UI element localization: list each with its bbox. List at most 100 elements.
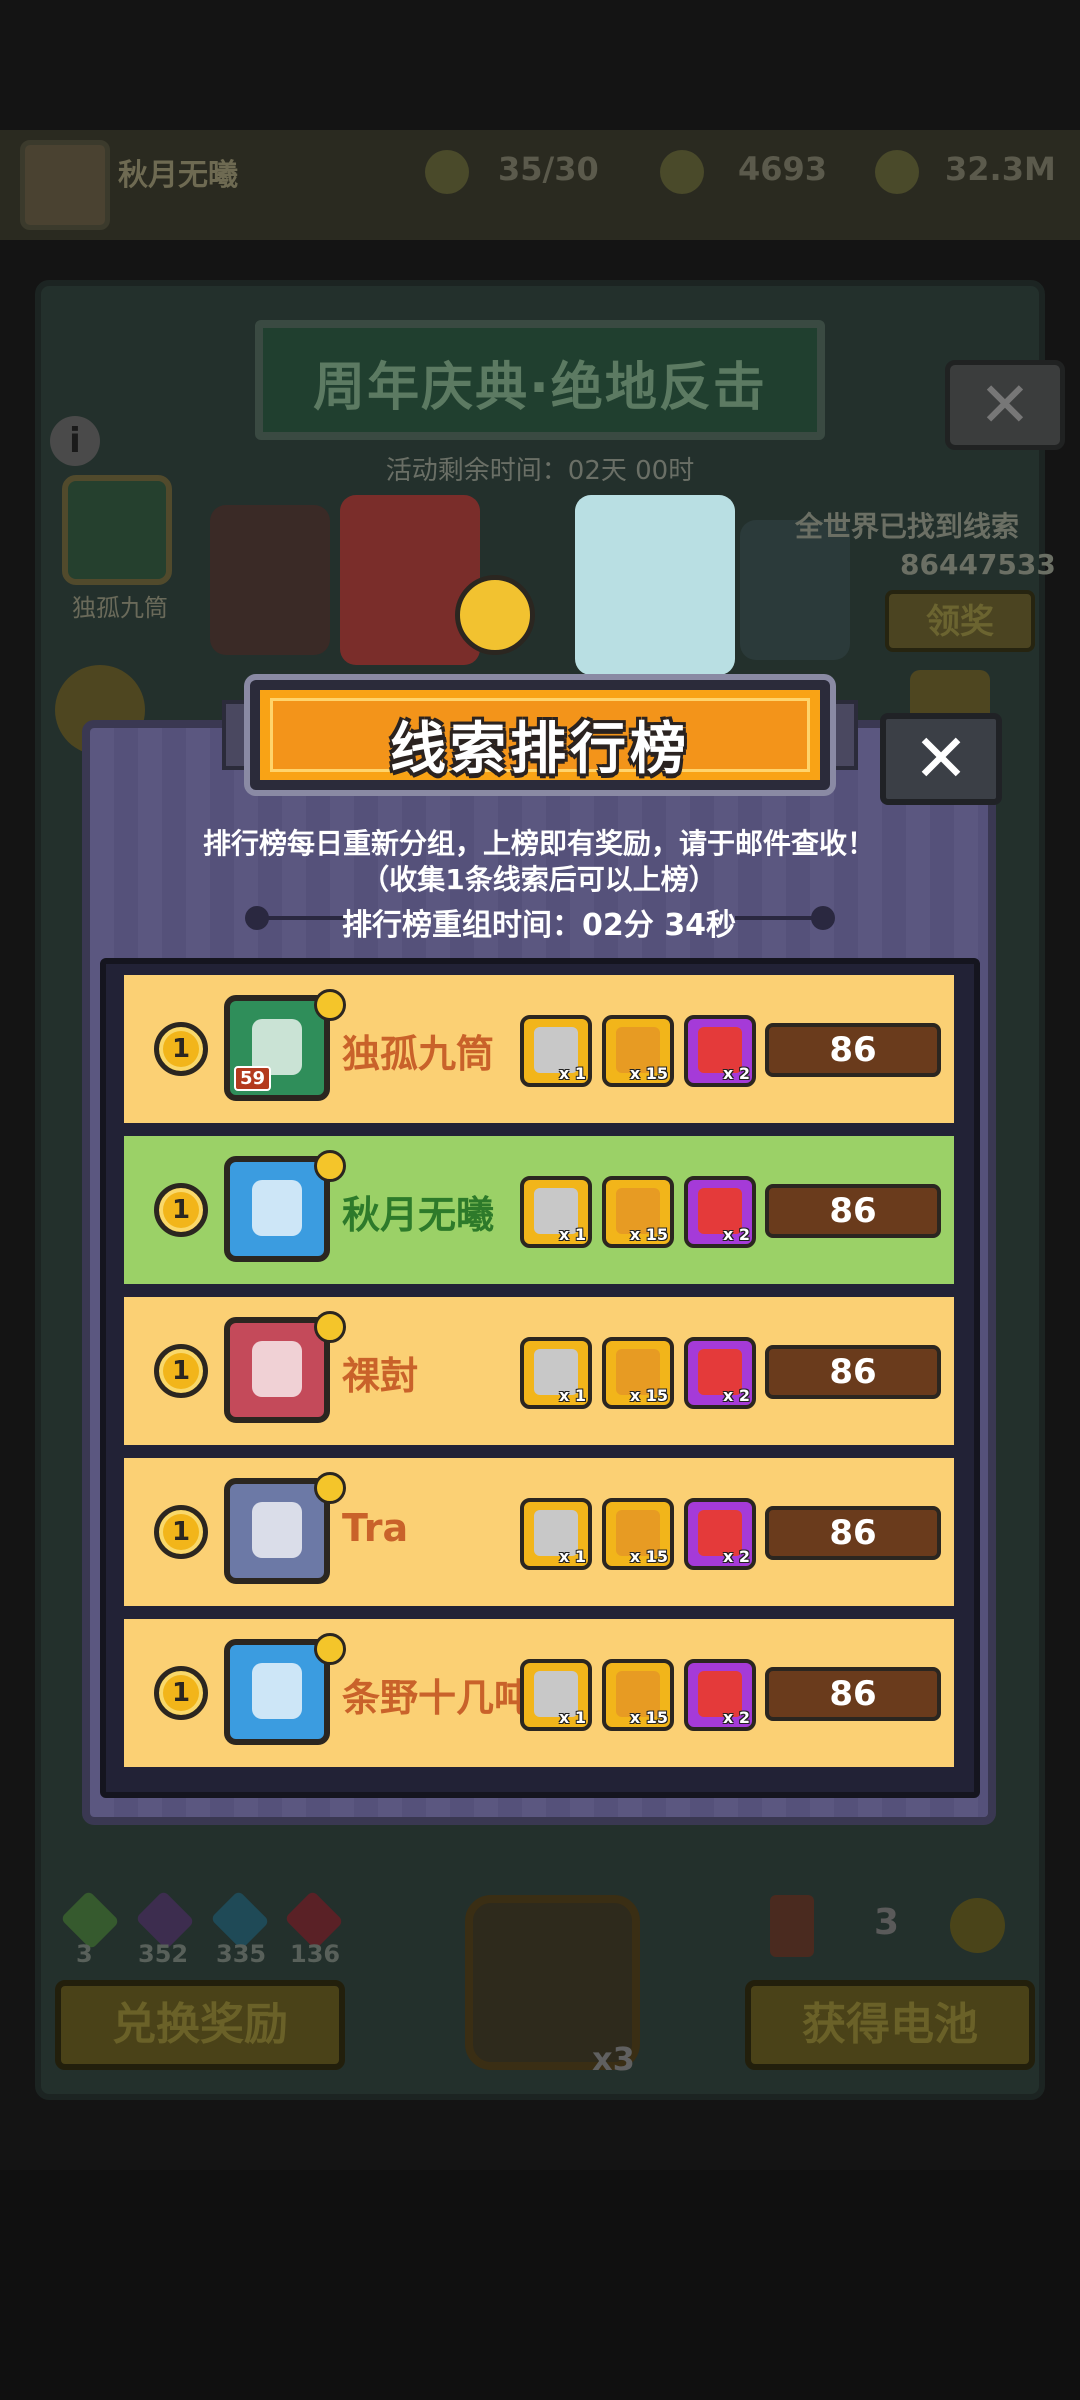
title-plate-right-bracket [830,700,858,770]
character-scientist [575,495,735,675]
clue-score: 86 [765,1667,941,1721]
silver-chest-icon[interactable]: x 1 [520,1659,592,1731]
clue-score: 86 [765,1184,941,1238]
player-name: 独孤九筒 [342,1032,495,1076]
gem-value: 4693 [738,150,828,188]
rank-badge: 1 [154,1183,208,1237]
avatar-portrait [252,1663,302,1719]
gift-box-icon[interactable]: x 2 [684,1337,756,1409]
get-battery-button[interactable]: 获得电池 [745,1980,1035,2070]
energy-icon [425,150,469,194]
clue-score: 86 [765,1023,941,1077]
lightbulb-icon [455,575,535,655]
clue-found-count: 86447533 [900,548,1056,581]
avatar-frame-decoration-icon [314,1472,346,1504]
reward-quantity: x 15 [629,1547,668,1566]
purple-gem-count: 352 [138,1940,189,1968]
avatar-frame-decoration-icon [314,1633,346,1665]
reward-quantity: x 1 [558,1064,586,1083]
green-gem-count: 3 [76,1940,93,1968]
title-plate-left-bracket [222,700,250,770]
character-red [340,495,480,665]
battery-count: 3 [874,1902,900,1943]
silver-chest-icon[interactable]: x 1 [520,1176,592,1248]
close-icon: ✕ [979,368,1031,441]
reward-quantity: x 2 [722,1225,750,1244]
coin-chest-icon[interactable]: x 15 [602,1659,674,1731]
reward-quantity: x 1 [558,1708,586,1727]
avatar-portrait [252,1341,302,1397]
silver-chest-icon[interactable]: x 1 [520,1015,592,1087]
ranking-condition-text: （收集1条线索后可以上榜） [361,863,717,896]
reward-quantity: x 2 [722,1547,750,1566]
avatar-portrait [252,1502,302,1558]
rank-badge: 1 [154,1022,208,1076]
player-avatar [20,140,110,230]
ranking-row: 1 Tra x 1 x 15 x 2 86 [124,1458,954,1606]
reward-quantity: x 2 [722,1386,750,1405]
clue-score: 86 [765,1345,941,1399]
silver-chest-icon[interactable]: x 1 [520,1498,592,1570]
event-close-button[interactable]: ✕ [945,360,1065,450]
energy-value: 35/30 [498,150,599,188]
gift-box-icon[interactable]: x 2 [684,1176,756,1248]
ranking-title: 线索排行榜 [390,717,690,782]
player-name: Tra [342,1506,409,1550]
reward-quantity: x 1 [558,1225,586,1244]
battery-icon [770,1895,814,1957]
ranking-row: 1 条野十几吨 x 1 x 15 x 2 86 [124,1619,954,1767]
coin-chest-icon[interactable]: x 15 [602,1176,674,1248]
character-left [210,505,330,655]
event-timer: 活动剩余时间：02天 00时 [385,456,695,486]
bottom-navigation [0,2170,1080,2400]
event-title: 周年庆典·绝地反击 [313,358,767,418]
rank-badge: 1 [154,1666,208,1720]
player-name: 祼尌 [342,1354,419,1398]
avatar-frame-decoration-icon [314,1150,346,1182]
reward-quantity: x 2 [722,1708,750,1727]
player-avatar[interactable] [224,1478,330,1584]
side-rank-avatar[interactable] [62,475,172,585]
rank-badge: 1 [154,1505,208,1559]
add-battery-icon[interactable] [950,1898,1005,1953]
unlock-multiplier: x3 [592,2040,635,2078]
clue-score: 86 [765,1506,941,1560]
reward-quantity: x 1 [558,1386,586,1405]
reward-quantity: x 2 [722,1064,750,1083]
side-rank-name: 独孤九筒 [72,594,168,622]
ranking-title-plate: 线索排行榜 [250,680,830,790]
coin-chest-icon[interactable]: x 15 [602,1015,674,1087]
ranking-info-text: 排行榜每日重新分组，上榜即有奖励，请于邮件查收！ [202,827,875,860]
rank-badge: 1 [154,1344,208,1398]
reward-quantity: x 15 [629,1064,668,1083]
player-avatar[interactable] [224,1317,330,1423]
exchange-reward-button[interactable]: 兑换奖励 [55,1980,345,2070]
close-ranking-button[interactable]: ✕ [880,713,1002,805]
red-gem-count: 136 [290,1940,341,1968]
claim-button[interactable]: 领奖 [885,590,1035,652]
reset-timer-text: 排行榜重组时间：02分 34秒 [342,908,736,943]
coin-chest-icon[interactable]: x 15 [602,1498,674,1570]
coin-chest-icon[interactable]: x 15 [602,1337,674,1409]
player-avatar[interactable]: 59 [224,995,330,1101]
ranking-row: 1 59 独孤九筒 x 1 x 15 x 2 86 [124,975,954,1123]
player-avatar[interactable] [224,1156,330,1262]
gem-counters: 3 352 335 136 [60,1890,360,1970]
ranking-row: 1 祼尌 x 1 x 15 x 2 86 [124,1297,954,1445]
avatar-portrait [252,1180,302,1236]
avatar-frame-decoration-icon [314,989,346,1021]
silver-chest-icon[interactable]: x 1 [520,1337,592,1409]
info-icon[interactable]: i [50,416,100,466]
reward-quantity: x 15 [629,1708,668,1727]
reward-quantity: x 15 [629,1225,668,1244]
gift-box-icon[interactable]: x 2 [684,1498,756,1570]
player-name: 条野十几吨 [342,1676,533,1720]
gift-box-icon[interactable]: x 2 [684,1659,756,1731]
gift-box-icon[interactable]: x 2 [684,1015,756,1087]
reward-quantity: x 1 [558,1547,586,1566]
player-name: 秋月无曦 [118,158,238,193]
player-avatar[interactable] [224,1639,330,1745]
coin-icon [875,150,919,194]
reward-quantity: x 15 [629,1386,668,1405]
avatar-level-badge: 59 [234,1066,272,1091]
